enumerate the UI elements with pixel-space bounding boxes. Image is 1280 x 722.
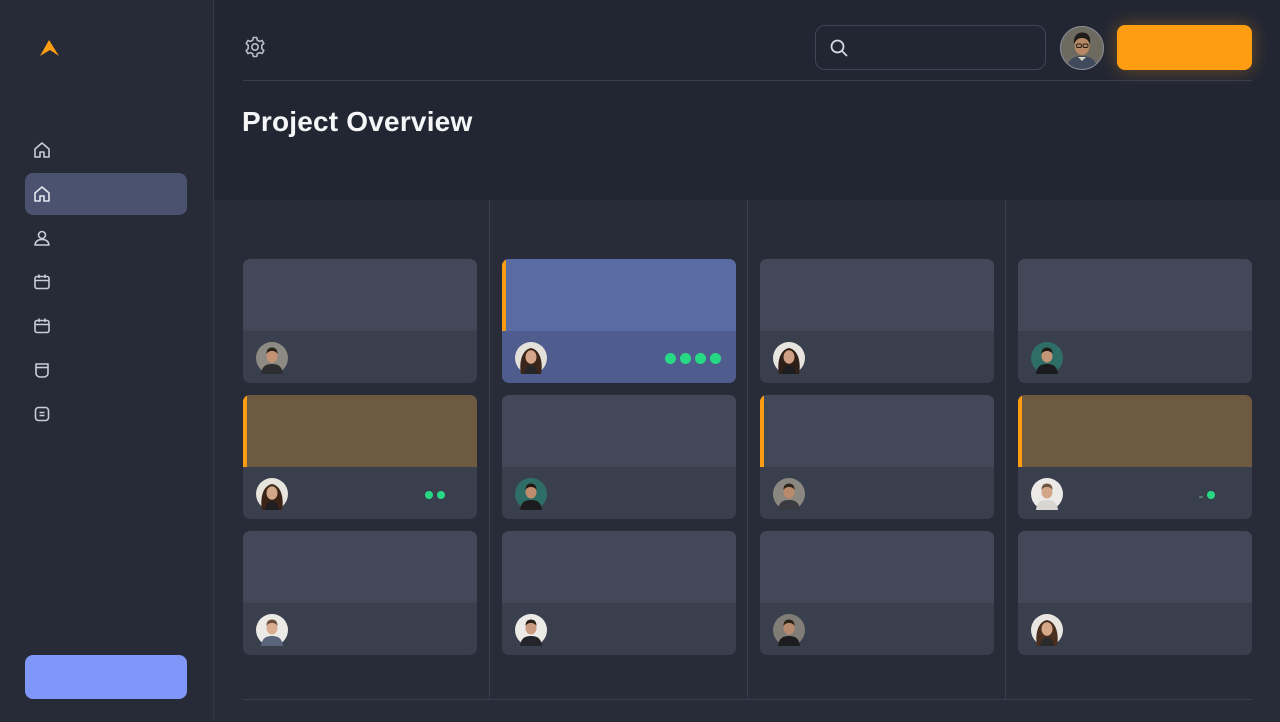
logo-icon[interactable] xyxy=(37,38,61,58)
assignee-avatar xyxy=(515,478,547,510)
page-title: Project Overview xyxy=(242,106,473,137)
gear-icon[interactable] xyxy=(243,35,267,59)
card-header xyxy=(1018,531,1252,603)
card-header xyxy=(1018,259,1252,331)
sidebar-item-inbox[interactable] xyxy=(25,349,187,391)
task-card[interactable] xyxy=(1018,531,1252,655)
assignee-avatar xyxy=(773,614,805,646)
task-card[interactable] xyxy=(243,395,477,519)
task-card[interactable] xyxy=(760,395,994,519)
sidebar-item-projects[interactable] xyxy=(25,173,187,215)
assignee-avatar xyxy=(1031,342,1063,374)
sidebar-item-schedule[interactable] xyxy=(25,305,187,347)
status-dot xyxy=(1199,496,1203,498)
home-icon xyxy=(34,142,50,158)
status-dot xyxy=(425,491,433,499)
assignee-avatar xyxy=(515,614,547,646)
card-header xyxy=(243,531,477,603)
status-dots xyxy=(665,353,721,365)
status-dot xyxy=(437,491,445,499)
header-divider xyxy=(243,80,1252,81)
assignee-avatar xyxy=(773,478,805,510)
search-box[interactable] xyxy=(815,25,1046,70)
assignee-avatar xyxy=(1031,614,1063,646)
sidebar-item-documents[interactable] xyxy=(25,393,187,435)
status-dot xyxy=(710,353,721,364)
assignee-avatar xyxy=(256,478,288,510)
card-accent xyxy=(1018,395,1022,467)
card-header xyxy=(760,259,994,331)
task-card[interactable] xyxy=(1018,395,1252,519)
calendar-icon xyxy=(34,318,50,334)
card-header xyxy=(502,531,736,603)
task-card[interactable] xyxy=(502,531,736,655)
board-bottom-divider xyxy=(243,699,1252,700)
home-icon xyxy=(34,186,50,202)
sidebar-item-calendar[interactable] xyxy=(25,261,187,303)
status-dot xyxy=(1207,491,1215,499)
user-avatar[interactable] xyxy=(1060,26,1104,70)
column-divider xyxy=(489,200,490,700)
task-card[interactable] xyxy=(1018,259,1252,383)
status-dot xyxy=(680,353,691,364)
task-card[interactable] xyxy=(760,259,994,383)
search-icon xyxy=(830,39,848,57)
task-card[interactable] xyxy=(243,531,477,655)
status-dot xyxy=(665,353,676,364)
task-card[interactable] xyxy=(502,395,736,519)
status-dots xyxy=(1199,489,1215,501)
task-card-selected[interactable] xyxy=(502,259,736,383)
card-header xyxy=(760,395,994,467)
primary-action-button[interactable] xyxy=(1117,25,1252,70)
status-dots xyxy=(425,489,445,501)
assignee-avatar xyxy=(773,342,805,374)
card-accent xyxy=(502,259,506,331)
user-icon xyxy=(34,230,50,246)
calendar-icon xyxy=(34,274,50,290)
column-divider xyxy=(1005,200,1006,700)
card-header xyxy=(760,531,994,603)
sidebar-item-home[interactable] xyxy=(25,129,187,171)
sidebar-item-team[interactable] xyxy=(25,217,187,259)
card-header xyxy=(243,259,477,331)
inbox-icon xyxy=(35,363,49,378)
sidebar-primary-button[interactable] xyxy=(25,655,187,699)
column-divider xyxy=(747,200,748,700)
card-accent xyxy=(243,395,247,467)
card-header xyxy=(243,395,477,467)
assignee-avatar xyxy=(256,342,288,374)
assignee-avatar xyxy=(256,614,288,646)
status-dot xyxy=(695,353,706,364)
card-header xyxy=(502,395,736,467)
task-card[interactable] xyxy=(243,259,477,383)
card-header xyxy=(502,259,736,331)
card-header xyxy=(1018,395,1252,467)
card-accent xyxy=(760,395,764,467)
task-card[interactable] xyxy=(760,531,994,655)
document-icon xyxy=(34,406,50,422)
search-input[interactable] xyxy=(860,32,1036,64)
sidebar xyxy=(0,0,214,722)
assignee-avatar xyxy=(515,342,547,374)
assignee-avatar xyxy=(1031,478,1063,510)
